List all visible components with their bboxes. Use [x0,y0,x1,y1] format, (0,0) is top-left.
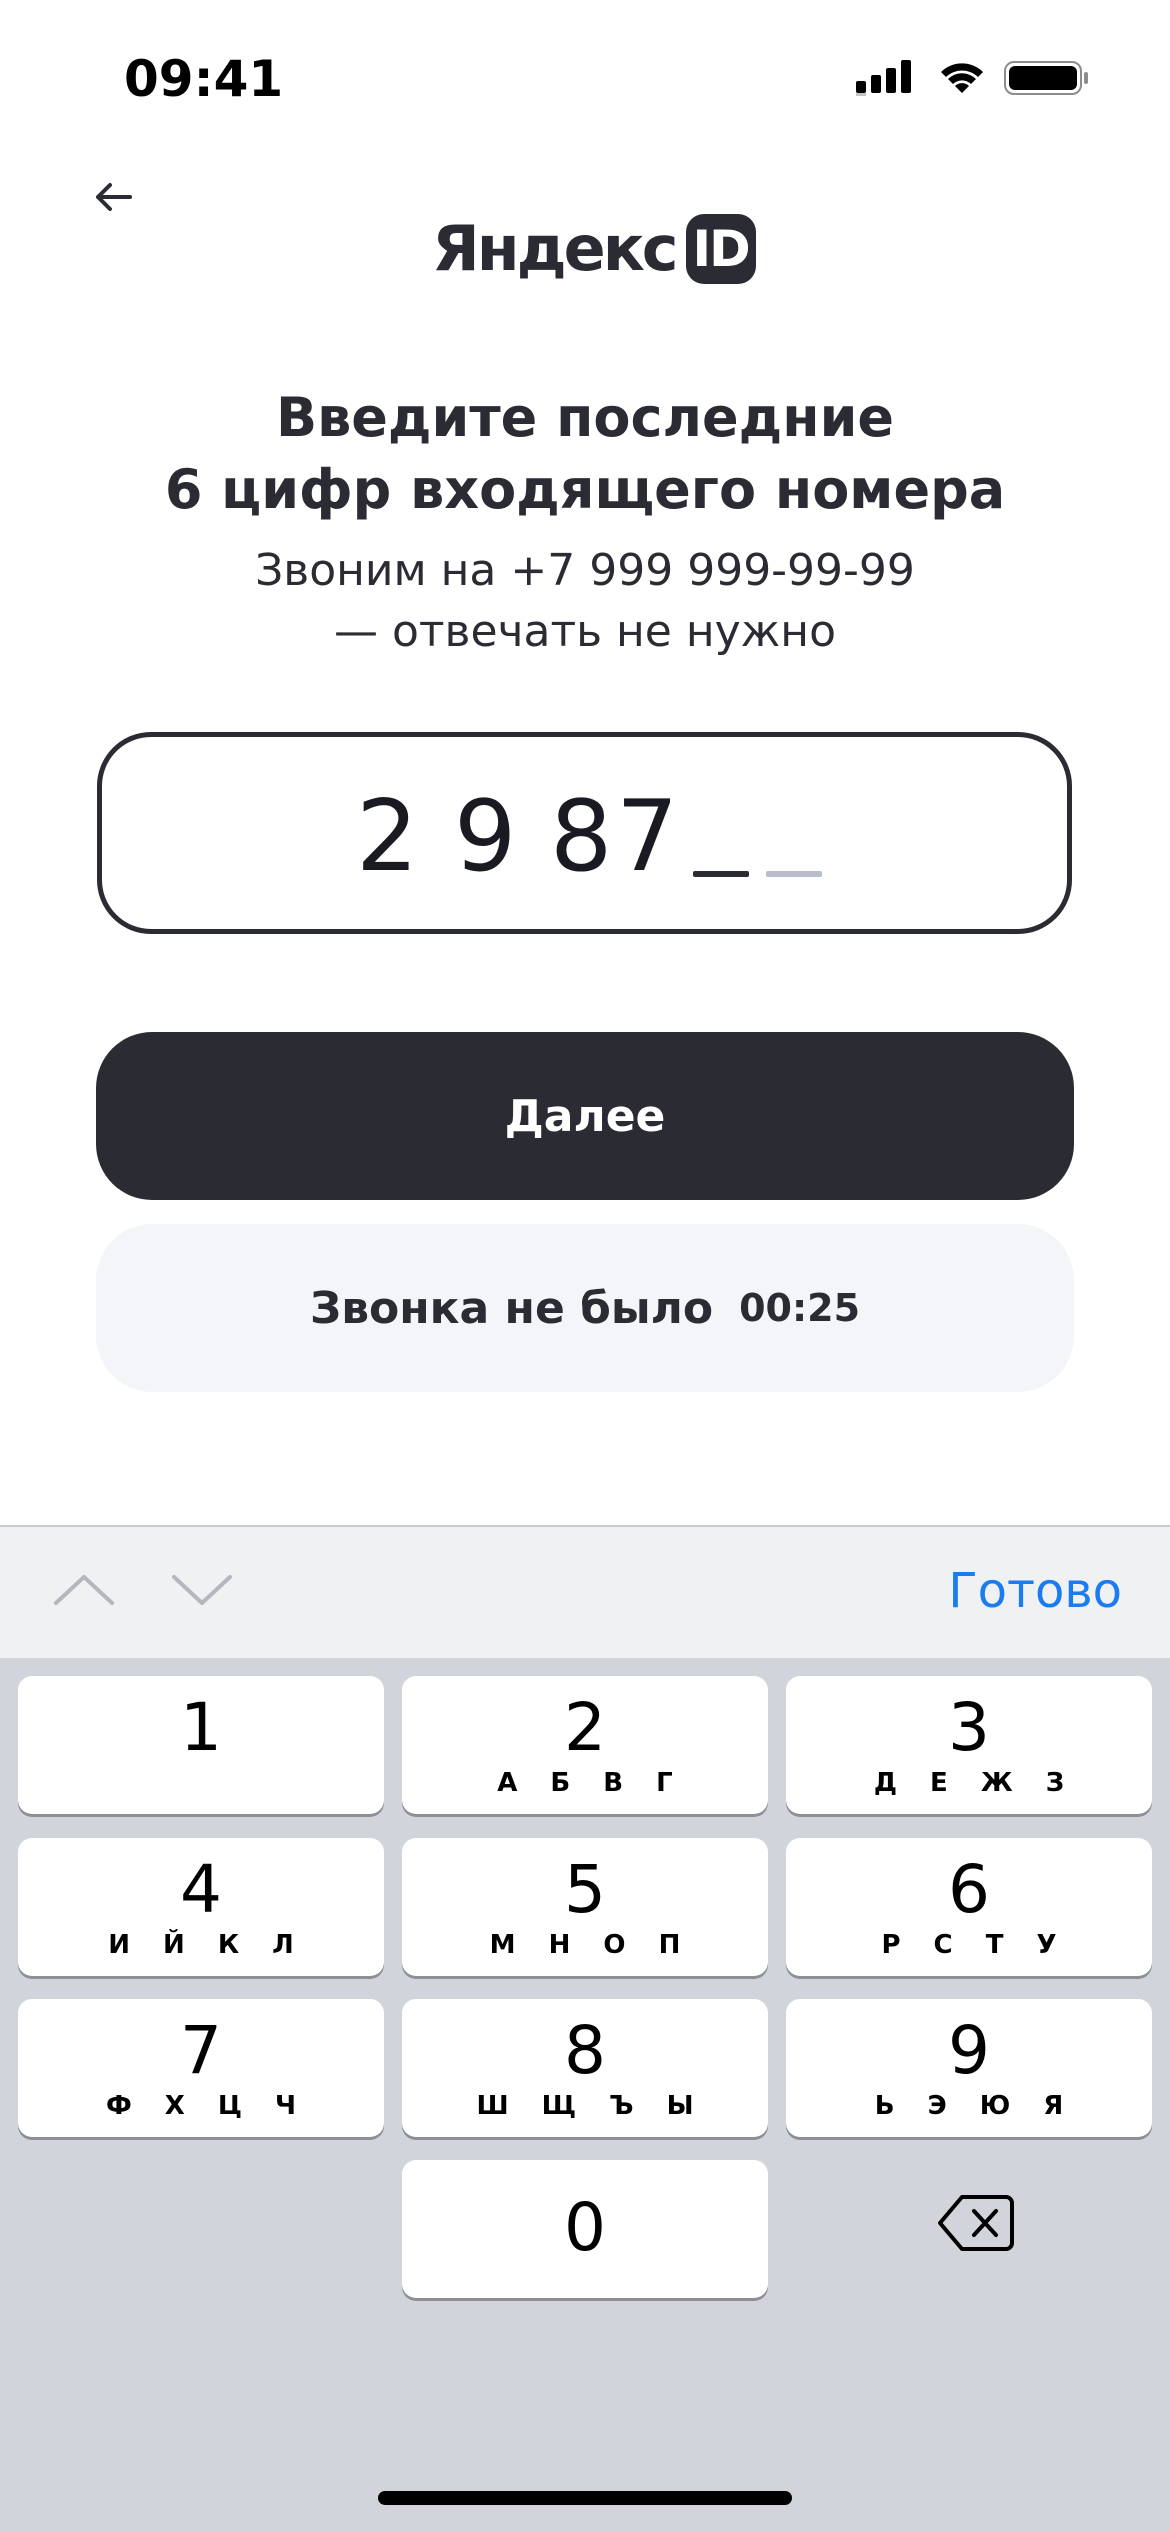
key-number: 6 [948,1851,990,1928]
key-number: 4 [180,1851,222,1928]
wifi-icon [941,63,983,93]
title-line-1: Введите последние [275,386,895,449]
chevron-up-icon[interactable] [52,1567,116,1611]
subtitle-line-1: Звоним на +7 999 999-99-99 [255,545,915,596]
no-call-button[interactable]: Звонка не было 00:25 [96,1224,1074,1392]
key-5[interactable]: 5 М Н О П [402,1838,768,1976]
logo-text: Яндекс [432,212,679,285]
code-input[interactable]: 2 9 8 7 [97,732,1072,934]
key-0[interactable]: 0 [402,2160,768,2298]
battery-icon [1004,61,1088,95]
key-number: 5 [564,1851,606,1928]
key-6[interactable]: 6 Р С Т У [786,1838,1152,1976]
logo-badge: ID [685,214,756,284]
page-title: Введите последние 6 цифр входящего номер… [0,382,1170,526]
code-digit-2: 9 [454,780,517,894]
subtitle-line-2: — отвечать не нужно [333,606,836,657]
key-number: 9 [948,2012,990,2089]
key-number: 3 [948,1689,990,1766]
keyboard-accessory-bar: Готово [0,1525,1170,1658]
code-digit-1: 2 [356,780,419,894]
key-3[interactable]: 3 Д Е Ж З [786,1676,1152,1814]
key-letters: Р С Т У [881,1930,1069,1960]
backspace-icon[interactable] [938,2193,1014,2253]
chevron-down-icon[interactable] [170,1567,234,1611]
cellular-signal-icon [856,60,911,96]
yandex-id-logo: Яндекс ID [432,212,756,286]
page-subtitle: Звоним на +7 999 999-99-99 — отвечать не… [0,540,1170,662]
status-time: 09:41 [124,50,284,108]
key-8[interactable]: 8 Ш Щ Ъ Ы [402,1999,768,2137]
status-icons [856,60,1088,96]
key-letters: А Б В Г [497,1768,685,1798]
code-digit-3: 8 [550,780,613,894]
code-digit-4: 7 [616,780,679,894]
key-2[interactable]: 2 А Б В Г [402,1676,768,1814]
done-button[interactable]: Готово [948,1563,1122,1619]
key-letters: Д Е Ж З [873,1768,1077,1798]
key-9[interactable]: 9 Ь Э Ю Я [786,1999,1152,2137]
code-slot-5-active [693,871,749,877]
key-number: 1 [180,1689,222,1766]
next-button[interactable]: Далее [96,1032,1074,1200]
key-1[interactable]: 1 [18,1676,384,1814]
resend-timer: 00:25 [739,1286,861,1330]
key-letters: Ф Х Ц Ч [105,2091,309,2121]
key-4[interactable]: 4 И Й К Л [18,1838,384,1976]
key-letters: М Н О П [489,1930,693,1960]
title-line-2: 6 цифр входящего номера [164,458,1006,521]
home-indicator [378,2491,792,2505]
key-letters: Ш Щ Ъ Ы [476,2091,706,2121]
key-number: 8 [564,2012,606,2089]
back-button[interactable] [86,170,140,224]
key-7[interactable]: 7 Ф Х Ц Ч [18,1999,384,2137]
key-letters: Ь Э Ю Я [874,2091,1076,2121]
key-number: 0 [564,2189,606,2266]
key-number: 7 [180,2012,222,2089]
code-slot-6-empty [766,871,822,877]
arrow-left-icon [96,183,132,211]
key-number: 2 [564,1689,606,1766]
no-call-label: Звонка не было [309,1282,714,1334]
key-letters: И Й К Л [108,1930,306,1960]
